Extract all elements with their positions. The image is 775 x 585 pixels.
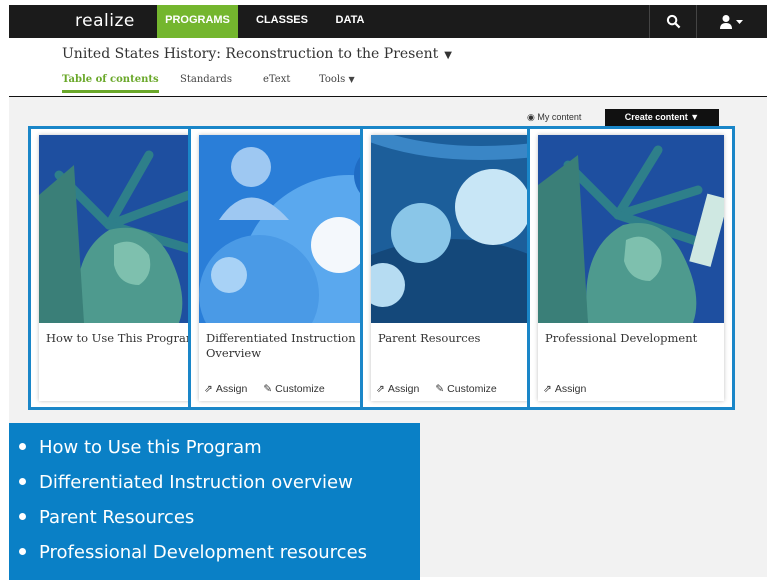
eye-icon: ◉ xyxy=(527,112,535,122)
abstract-circles-image xyxy=(371,135,529,323)
bullet-icon xyxy=(19,547,26,555)
top-navbar: realize PROGRAMS CLASSES DATA xyxy=(9,5,767,38)
summary-item-text: How to Use this Program xyxy=(39,437,262,458)
assign-icon: ⇗ xyxy=(376,383,385,395)
bullet-icon xyxy=(19,512,26,520)
abstract-circles-image xyxy=(199,135,365,323)
card-title[interactable]: Professional Development xyxy=(545,331,720,346)
card-professional-development[interactable]: Professional Development ⇗ Assign xyxy=(527,126,735,410)
course-title-dropdown[interactable]: United States History: Reconstruction to… xyxy=(62,46,452,62)
statue-of-liberty-image xyxy=(538,135,724,323)
user-menu-icon[interactable] xyxy=(696,5,767,38)
assign-button[interactable]: ⇗ Assign xyxy=(204,383,247,395)
search-icon[interactable] xyxy=(649,5,696,38)
bullet-icon xyxy=(19,442,26,450)
my-content-label: My content xyxy=(537,112,582,122)
assign-button[interactable]: ⇗ Assign xyxy=(543,383,586,395)
tab-tools[interactable]: Tools ▼ xyxy=(319,74,355,85)
assign-button[interactable]: ⇗ Assign xyxy=(376,383,419,395)
card-title[interactable]: How to Use This Program xyxy=(46,331,201,346)
customize-button[interactable]: ✎ Customize xyxy=(263,383,324,395)
customize-label: Customize xyxy=(275,383,325,395)
create-content-button[interactable]: Create content ▼ xyxy=(605,109,719,126)
card-differentiated-instruction[interactable]: Differentiated Instruction Overview ⇗ Ass… xyxy=(188,126,376,410)
card-title[interactable]: Parent Resources xyxy=(378,331,525,346)
assign-label: Assign xyxy=(387,383,420,395)
course-title: United States History: Reconstruction to… xyxy=(62,46,439,62)
customize-label: Customize xyxy=(447,383,497,395)
nav-programs[interactable]: PROGRAMS xyxy=(157,5,238,38)
tab-standards[interactable]: Standards xyxy=(180,74,232,85)
customize-button[interactable]: ✎ Customize xyxy=(435,383,496,395)
assign-icon: ⇗ xyxy=(204,383,213,395)
chevron-down-icon: ▼ xyxy=(348,75,355,84)
summary-item-text: Differentiated Instruction overview xyxy=(39,472,353,493)
summary-item: Parent Resources xyxy=(19,507,194,528)
nav-data[interactable]: DATA xyxy=(327,5,373,38)
tab-table-of-contents[interactable]: Table of contents xyxy=(62,74,159,93)
assign-label: Assign xyxy=(554,383,587,395)
realize-logo[interactable]: realize xyxy=(75,5,135,38)
summary-item: How to Use this Program xyxy=(19,437,262,458)
bullet-icon xyxy=(19,477,26,485)
summary-item-text: Professional Development resources xyxy=(39,542,368,563)
summary-callout: How to Use this Program Differentiated I… xyxy=(9,423,420,580)
chevron-down-icon: ▼ xyxy=(444,50,452,61)
chevron-down-icon: ▼ xyxy=(690,112,700,122)
create-content-label: Create content xyxy=(624,112,688,122)
assign-icon: ⇗ xyxy=(543,383,552,395)
statue-of-liberty-image xyxy=(39,135,205,323)
nav-classes[interactable]: CLASSES xyxy=(249,5,315,38)
my-content-link[interactable]: ◉ My content xyxy=(527,112,581,123)
assign-label: Assign xyxy=(215,383,248,395)
edit-icon: ✎ xyxy=(263,383,273,395)
card-parent-resources[interactable]: Parent Resources ⇗ Assign ✎ Customize xyxy=(360,126,540,410)
summary-item: Differentiated Instruction overview xyxy=(19,472,353,493)
summary-item-text: Parent Resources xyxy=(39,507,195,528)
edit-icon: ✎ xyxy=(435,383,445,395)
card-title[interactable]: Differentiated Instruction Overview xyxy=(206,331,361,361)
summary-item: Professional Development resources xyxy=(19,542,367,563)
tab-tools-label: Tools xyxy=(319,74,346,85)
tab-etext[interactable]: eText xyxy=(263,74,290,85)
program-header: United States History: Reconstruction to… xyxy=(9,38,767,99)
